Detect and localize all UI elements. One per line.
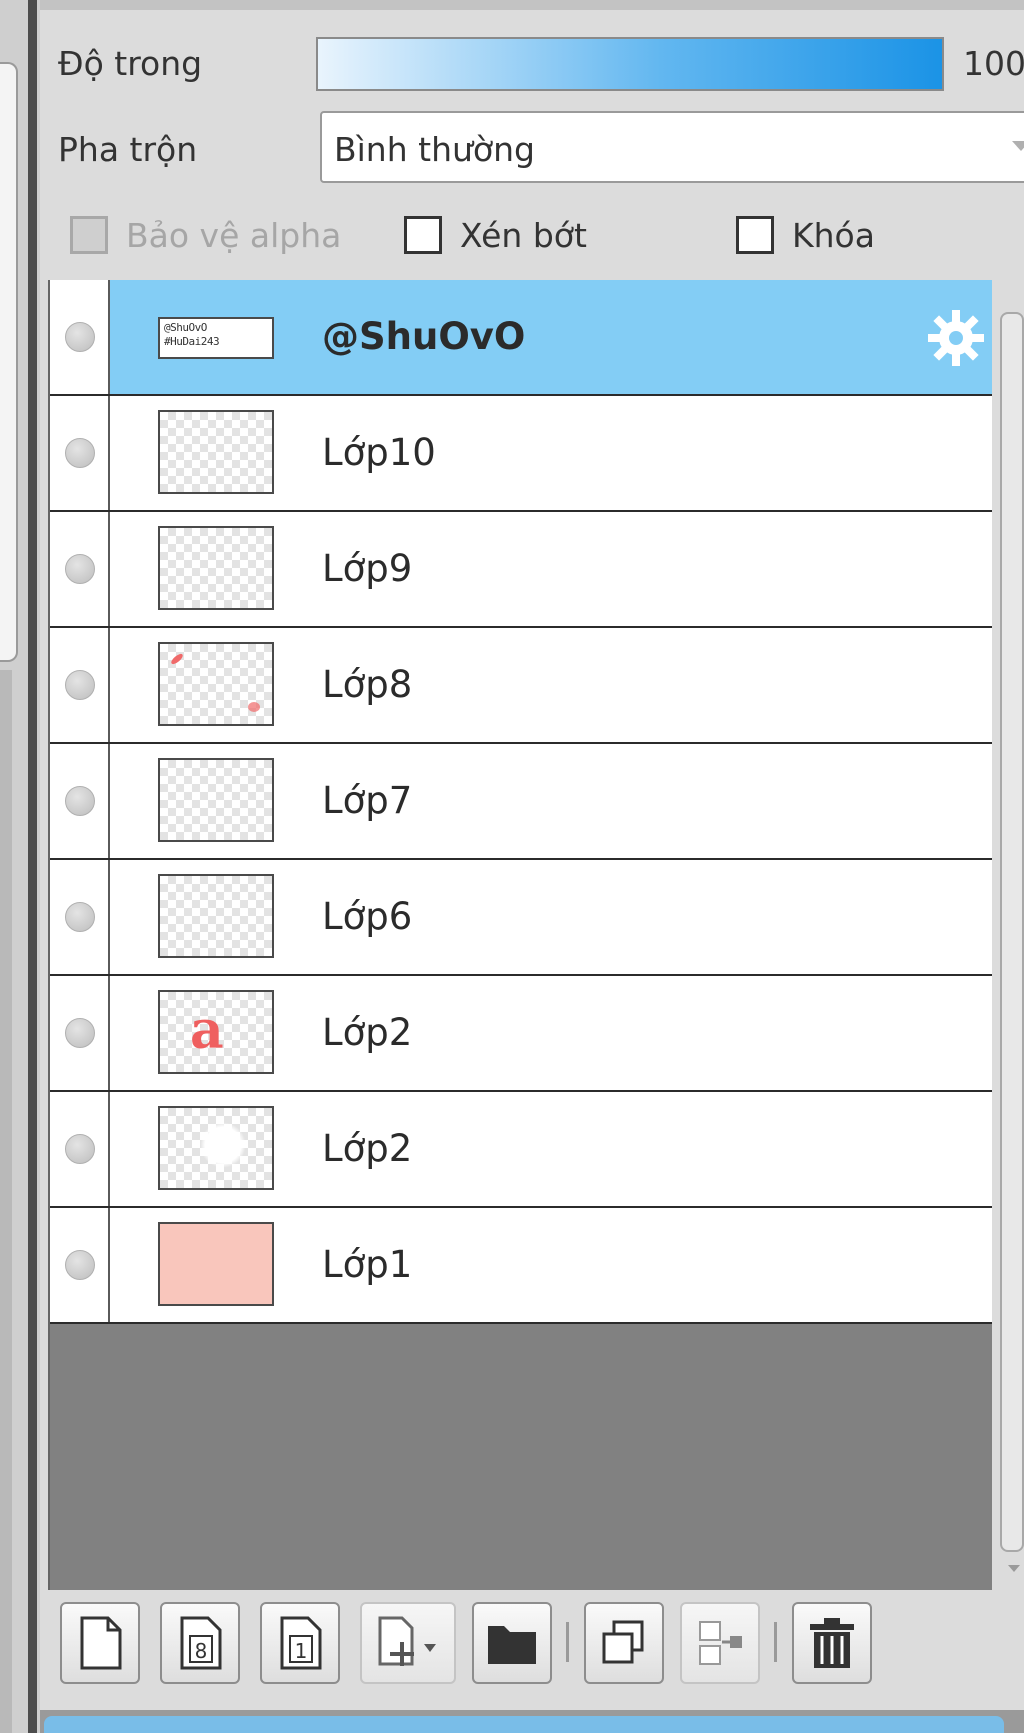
opacity-slider[interactable]	[316, 37, 944, 91]
scroll-down-arrow-icon[interactable]	[1008, 1565, 1020, 1572]
duplicate-layer-icon	[602, 1620, 644, 1664]
layer-name: Lớp2	[322, 1127, 413, 1170]
layer-panel: Độ trong 100 % Pha trộn Bình thường Bảo …	[40, 0, 1024, 1710]
layer-name: Lớp2	[322, 1011, 413, 1054]
layer-row[interactable]: a Lớp2	[50, 976, 992, 1092]
blend-mode-value: Bình thường	[334, 130, 535, 169]
layer-thumbnail	[158, 1106, 274, 1190]
protect-alpha-checkbox[interactable]	[70, 216, 108, 254]
left-panel-scroll	[0, 670, 12, 1733]
visibility-dot-icon[interactable]	[65, 1134, 95, 1164]
layer-visibility-cell[interactable]	[50, 512, 110, 626]
layer-name: Lớp8	[322, 663, 413, 706]
layer-row[interactable]: Lớp10	[50, 396, 992, 512]
layer-visibility-cell[interactable]	[50, 1092, 110, 1206]
layer-visibility-cell[interactable]	[50, 860, 110, 974]
lock-label: Khóa	[792, 216, 875, 255]
layer-name: Lớp6	[322, 895, 413, 938]
layer-name: Lớp7	[322, 779, 413, 822]
merge-down-button[interactable]	[680, 1602, 760, 1684]
layer-thumbnail	[158, 526, 274, 610]
layer-row[interactable]: Lớp9	[50, 512, 992, 628]
layer-name: Lớp9	[322, 547, 413, 590]
duplicate-layer-button[interactable]	[584, 1602, 664, 1684]
layer-row[interactable]: Lớp7	[50, 744, 992, 860]
next-panel-tab[interactable]	[44, 1716, 1004, 1733]
layer-thumbnail	[158, 758, 274, 842]
clipping-label: Xén bớt	[460, 216, 587, 255]
layer-row[interactable]: Lớp6	[50, 860, 992, 976]
new-1bit-layer-icon: 1	[280, 1616, 322, 1670]
left-panel-edge	[0, 0, 40, 1733]
clipping-checkbox[interactable]	[404, 216, 442, 254]
layer-row[interactable]: Lớp2	[50, 1092, 992, 1208]
layer-thumbnail	[158, 1222, 274, 1306]
layer-row[interactable]: Lớp8	[50, 628, 992, 744]
blend-mode-label: Pha trộn	[58, 130, 198, 169]
layer-visibility-cell[interactable]	[50, 628, 110, 742]
panel-divider[interactable]	[28, 0, 37, 1733]
toolbar-separator	[774, 1622, 777, 1662]
svg-text:8: 8	[195, 1639, 208, 1663]
lock-checkbox[interactable]	[736, 216, 774, 254]
layer-thumbnail	[158, 410, 274, 494]
visibility-dot-icon[interactable]	[65, 322, 95, 352]
layer-visibility-cell[interactable]	[50, 976, 110, 1090]
visibility-dot-icon[interactable]	[65, 902, 95, 932]
left-panel-tab	[0, 62, 18, 662]
thumbnail-glyph: a	[190, 1000, 224, 1061]
thumbnail-shape	[200, 1122, 246, 1168]
layer-name: Lớp1	[322, 1243, 413, 1286]
protect-alpha-label: Bảo vệ alpha	[126, 216, 342, 255]
trash-icon	[810, 1618, 854, 1668]
new-folder-button[interactable]	[472, 1602, 552, 1684]
thumbnail-stroke	[169, 652, 185, 666]
thumbnail-stroke	[248, 702, 260, 712]
layer-thumbnail	[158, 874, 274, 958]
layer-thumbnail-text: @ShuOvO #HuDai243	[164, 321, 220, 348]
layer-thumbnail	[158, 642, 274, 726]
layer-toolbar: 8 1	[48, 1590, 1024, 1702]
layer-thumbnail: @ShuOvO #HuDai243	[158, 317, 274, 359]
layer-row[interactable]: @ShuOvO #HuDai243 @ShuOvO	[50, 280, 992, 396]
layer-visibility-cell[interactable]	[50, 396, 110, 510]
folder-icon	[488, 1626, 536, 1664]
next-panel-header	[40, 1710, 1024, 1733]
layer-thumbnail: a	[158, 990, 274, 1074]
visibility-dot-icon[interactable]	[65, 786, 95, 816]
new-layer-icon	[80, 1616, 122, 1670]
layer-name: @ShuOvO	[322, 315, 526, 358]
visibility-dot-icon[interactable]	[65, 438, 95, 468]
visibility-dot-icon[interactable]	[65, 1018, 95, 1048]
layer-row[interactable]: Lớp1	[50, 1208, 992, 1324]
layer-visibility-cell[interactable]	[50, 1208, 110, 1322]
opacity-label: Độ trong	[58, 44, 203, 83]
toolbar-separator	[566, 1622, 569, 1662]
gear-icon[interactable]	[926, 308, 986, 368]
new-8bit-layer-button[interactable]: 8	[160, 1602, 240, 1684]
svg-text:1: 1	[295, 1639, 308, 1663]
new-layer-button[interactable]	[60, 1602, 140, 1684]
layer-list-scrollbar[interactable]	[1000, 312, 1024, 1552]
chevron-down-icon	[1012, 141, 1024, 151]
layer-list: @ShuOvO #HuDai243 @ShuOvO Lớp10 Lớp9 Lớp8 Lớp…	[48, 280, 992, 1590]
layer-visibility-cell[interactable]	[50, 744, 110, 858]
layer-name: Lớp10	[322, 431, 436, 474]
new-1bit-layer-button[interactable]: 1	[260, 1602, 340, 1684]
layer-visibility-cell[interactable]	[50, 280, 110, 394]
visibility-dot-icon[interactable]	[65, 554, 95, 584]
blend-mode-select[interactable]: Bình thường	[320, 111, 1024, 183]
visibility-dot-icon[interactable]	[65, 1250, 95, 1280]
add-layer-dropdown-button[interactable]	[360, 1602, 456, 1684]
panel-titlebar	[40, 0, 1024, 10]
merge-down-icon	[699, 1621, 742, 1665]
opacity-value: 100 %	[963, 44, 1024, 83]
visibility-dot-icon[interactable]	[65, 670, 95, 700]
new-8bit-layer-icon: 8	[180, 1616, 222, 1670]
add-layer-dropdown-icon	[378, 1616, 436, 1666]
delete-layer-button[interactable]	[792, 1602, 872, 1684]
